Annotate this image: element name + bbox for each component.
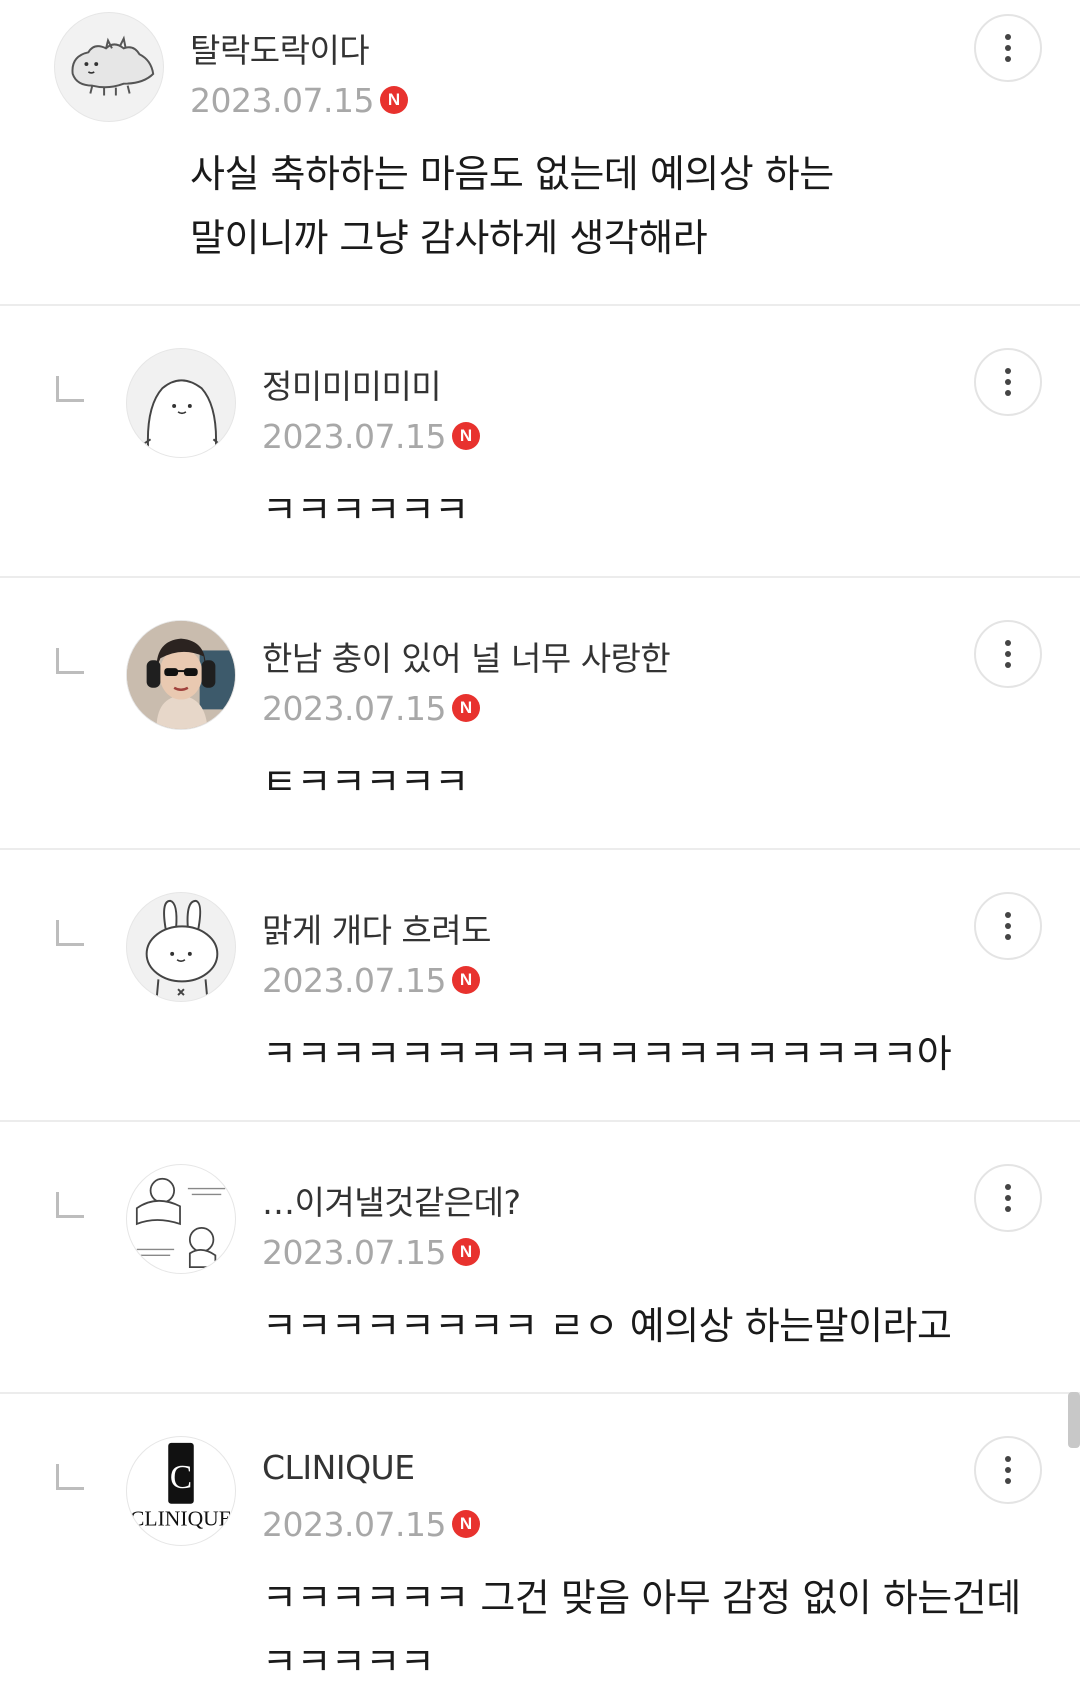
new-badge: N (451, 422, 480, 450)
dinosaur-doodle-icon (71, 35, 155, 96)
comment-meta: 2023.07.15 N (262, 960, 480, 1000)
reply-arrow-icon (56, 648, 84, 674)
seal-doodle-icon (138, 379, 224, 457)
comment-nickname[interactable]: …이겨낼것같은데? (262, 1176, 521, 1224)
comment-date: 2023.07.15 (262, 416, 446, 456)
more-options-button[interactable] (974, 892, 1042, 960)
comment-nickname[interactable]: 탈락도락이다 (190, 24, 370, 72)
comment-date: 2023.07.15 (262, 688, 446, 728)
more-vertical-icon (1005, 640, 1011, 646)
more-vertical-icon-dot (1005, 1478, 1011, 1484)
reply-arrow-icon (56, 376, 84, 402)
avatar[interactable] (126, 620, 236, 730)
comment-text: 사실 축하하는 마음도 없는데 예의상 하는 말이니까 그냥 감사하게 생각해라 (190, 142, 834, 270)
new-badge: N (451, 694, 480, 722)
avatar[interactable] (126, 892, 236, 1002)
reply-item: 정미미미미미 2023.07.15 N ㅋㅋㅋㅋㅋㅋ (0, 306, 1080, 578)
more-options-button[interactable] (974, 620, 1042, 688)
comment-nickname[interactable]: 한남 충이 있어 널 너무 사랑한 (262, 632, 671, 680)
comment-item: 탈락도락이다 2023.07.15 N 사실 축하하는 마음도 없는데 예의상 … (0, 0, 1080, 306)
reply-item: 한남 충이 있어 널 너무 사랑한 2023.07.15 N ㅌㅋㅋㅋㅋㅋ (0, 578, 1080, 850)
more-vertical-icon-dot (1005, 923, 1011, 929)
comment-text-line: 사실 축하하는 마음도 없는데 예의상 하는 (190, 152, 834, 196)
new-badge: N (451, 1510, 480, 1538)
reply-arrow-icon (56, 1464, 84, 1490)
reply-item: 맑게 개다 흐려도 2023.07.15 N ㅋㅋㅋㅋㅋㅋㅋㅋㅋㅋㅋㅋㅋㅋㅋㅋㅋ… (0, 850, 1080, 1122)
comment-meta: 2023.07.15 N (262, 1504, 480, 1544)
comment-text-line: ㅌㅋㅋㅋㅋㅋ (262, 760, 469, 804)
comment-date: 2023.07.15 (262, 1504, 446, 1544)
comment-text-line: ㅋㅋㅋㅋㅋ (262, 1640, 435, 1684)
more-vertical-icon-dot (1005, 662, 1011, 668)
comment-text-line: 말이니까 그냥 감사하게 생각해라 (190, 216, 708, 260)
comment-text: ㅋㅋㅋㅋㅋㅋㅋㅋ ㄹㅇ 예의상 하는말이라고 (262, 1294, 952, 1358)
more-options-button[interactable] (974, 1164, 1042, 1232)
comment-date: 2023.07.15 (190, 80, 374, 120)
reply-arrow-icon (56, 920, 84, 946)
comment-meta: 2023.07.15 N (190, 80, 408, 120)
new-badge: N (451, 1238, 480, 1266)
comment-text-line: ㅋㅋㅋㅋㅋㅋ (262, 488, 469, 532)
more-options-button[interactable] (974, 348, 1042, 416)
more-vertical-icon-dot (1005, 651, 1011, 657)
more-vertical-icon-dot (1005, 45, 1011, 51)
new-badge: N (379, 86, 408, 114)
comment-meta: 2023.07.15 N (262, 688, 480, 728)
comment-nickname[interactable]: 맑게 개다 흐려도 (262, 904, 492, 952)
comment-date: 2023.07.15 (262, 960, 446, 1000)
comment-meta: 2023.07.15 N (262, 416, 480, 456)
comment-text: ㅋㅋㅋㅋㅋㅋ (262, 478, 469, 542)
more-vertical-icon-dot (1005, 1467, 1011, 1473)
avatar[interactable] (54, 12, 164, 122)
comment-nickname[interactable]: CLINIQUE (262, 1448, 415, 1487)
more-vertical-icon-dot (1005, 1195, 1011, 1201)
comment-text: ㅌㅋㅋㅋㅋㅋ (262, 750, 469, 814)
comment-text-line: ㅋㅋㅋㅋㅋㅋㅋㅋ ㄹㅇ 예의상 하는말이라고 (262, 1304, 952, 1348)
more-options-button[interactable] (974, 14, 1042, 82)
reply-item: C CLINIQUE CLINIQUE 2023.07.15 N ㅋㅋㅋㅋㅋㅋ … (0, 1394, 1080, 1700)
comment-text: ㅋㅋㅋㅋㅋㅋㅋㅋㅋㅋㅋㅋㅋㅋㅋㅋㅋㅋㅋ아 (262, 1022, 952, 1086)
comment-text: ㅋㅋㅋㅋㅋㅋ 그건 맞음 아무 감정 없이 하는건데 ㅋㅋㅋㅋㅋ (262, 1566, 1021, 1694)
more-vertical-icon-dot (1005, 390, 1011, 396)
avatar[interactable]: C CLINIQUE (126, 1436, 236, 1546)
comment-meta: 2023.07.15 N (262, 1232, 480, 1272)
more-vertical-icon (1005, 1184, 1011, 1190)
more-vertical-icon (1005, 368, 1011, 374)
more-vertical-icon (1005, 1456, 1011, 1462)
clinique-logo-text: CLINIQUE (130, 1506, 232, 1530)
more-vertical-icon (1005, 912, 1011, 918)
comment-text-line: ㅋㅋㅋㅋㅋㅋㅋㅋㅋㅋㅋㅋㅋㅋㅋㅋㅋㅋㅋ아 (262, 1032, 952, 1076)
more-vertical-icon-dot (1005, 56, 1011, 62)
clinique-logo-letter: C (170, 1459, 192, 1496)
reply-item: …이겨낼것같은데? 2023.07.15 N ㅋㅋㅋㅋㅋㅋㅋㅋ ㄹㅇ 예의상 하… (0, 1122, 1080, 1394)
avatar[interactable] (126, 1164, 236, 1274)
doodle-comic-icon (135, 1177, 226, 1268)
avatar[interactable] (126, 348, 236, 458)
comment-date: 2023.07.15 (262, 1232, 446, 1272)
new-badge: N (451, 966, 480, 994)
comment-nickname[interactable]: 정미미미미미 (262, 360, 442, 408)
bunny-doodle-icon (145, 899, 219, 1001)
clinique-logo: C CLINIQUE (130, 1442, 232, 1530)
more-vertical-icon (1005, 34, 1011, 40)
person-with-headphones-photo (127, 621, 235, 729)
more-vertical-icon-dot (1005, 379, 1011, 385)
scrollbar-thumb[interactable] (1068, 1392, 1080, 1448)
reply-arrow-icon (56, 1192, 84, 1218)
more-options-button[interactable] (974, 1436, 1042, 1504)
comment-text-line: ㅋㅋㅋㅋㅋㅋ 그건 맞음 아무 감정 없이 하는건데 (262, 1576, 1021, 1620)
more-vertical-icon-dot (1005, 1206, 1011, 1212)
more-vertical-icon-dot (1005, 934, 1011, 940)
